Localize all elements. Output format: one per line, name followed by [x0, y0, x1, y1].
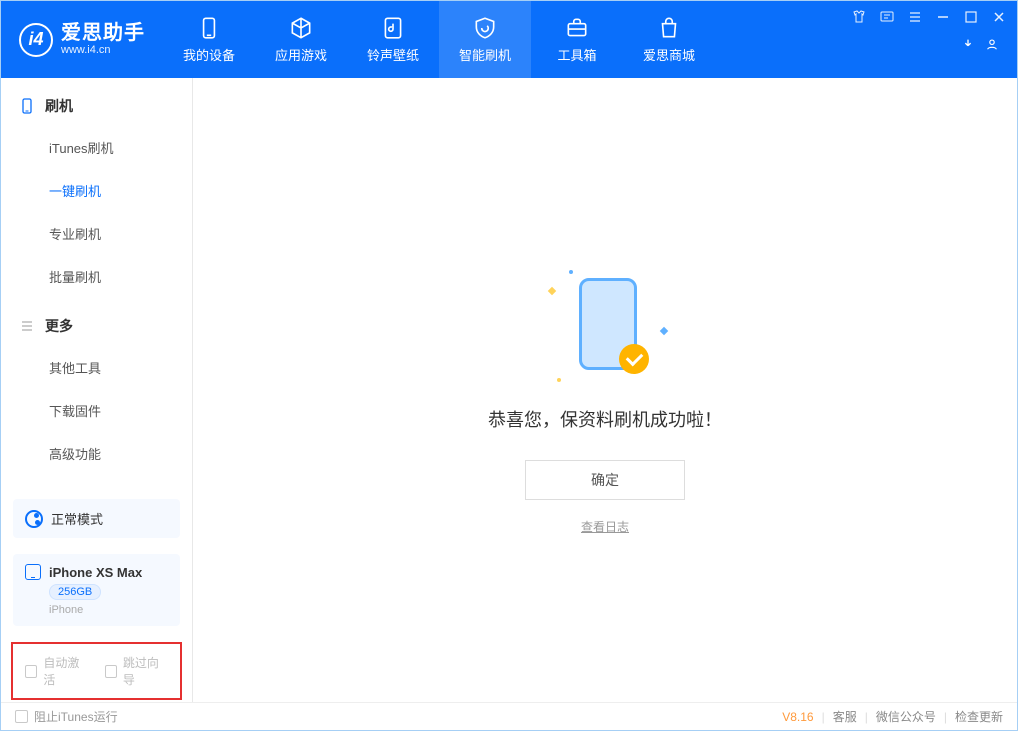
toolbox-icon: [564, 15, 590, 41]
device-icon: [196, 15, 222, 41]
nav-ringtones[interactable]: 铃声壁纸: [347, 1, 439, 78]
nav-smart-flash[interactable]: 智能刷机: [439, 1, 531, 78]
mode-icon: [25, 510, 43, 528]
menu-icon[interactable]: [907, 9, 923, 25]
device-type: iPhone: [25, 604, 83, 616]
sidebar: 刷机 iTunes刷机 一键刷机 专业刷机 批量刷机 更多 其他工具 下载固件 …: [1, 78, 193, 702]
sidebar-item-pro-flash[interactable]: 专业刷机: [1, 212, 192, 255]
list-icon: [19, 318, 35, 334]
device-card[interactable]: iPhone XS Max 256GB iPhone: [13, 554, 180, 626]
sidebar-item-other-tools[interactable]: 其他工具: [1, 346, 192, 389]
sidebar-item-itunes-flash[interactable]: iTunes刷机: [1, 126, 192, 169]
mode-card[interactable]: 正常模式: [13, 499, 180, 538]
nav-my-device[interactable]: 我的设备: [163, 1, 255, 78]
sidebar-section-flash: 刷机: [1, 78, 192, 126]
minimize-button[interactable]: [935, 9, 951, 25]
downloads-button[interactable]: [961, 37, 975, 56]
maximize-button[interactable]: [963, 9, 979, 25]
block-itunes-checkbox[interactable]: 阻止iTunes运行: [15, 708, 118, 725]
sidebar-item-advanced[interactable]: 高级功能: [1, 432, 192, 475]
shirt-icon[interactable]: [851, 9, 867, 25]
footer-link-wechat[interactable]: 微信公众号: [876, 708, 936, 725]
device-phone-icon: [25, 564, 41, 580]
sidebar-item-download-firmware[interactable]: 下载固件: [1, 389, 192, 432]
view-log-link[interactable]: 查看日志: [581, 518, 629, 535]
nav-apps-games[interactable]: 应用游戏: [255, 1, 347, 78]
check-icon: [619, 344, 649, 374]
phone-icon: [19, 98, 35, 114]
feedback-icon[interactable]: [879, 9, 895, 25]
app-logo: i4 爱思助手 www.i4.cn: [1, 1, 163, 78]
flash-options-highlight: 自动激活 跳过向导: [11, 642, 182, 700]
main-nav: 我的设备 应用游戏 铃声壁纸 智能刷机 工具箱 爱思商城: [163, 1, 715, 78]
app-site: www.i4.cn: [61, 44, 145, 56]
sidebar-item-batch-flash[interactable]: 批量刷机: [1, 255, 192, 298]
ok-button[interactable]: 确定: [525, 460, 685, 500]
skip-guide-checkbox[interactable]: 跳过向导: [105, 654, 169, 688]
app-name: 爱思助手: [61, 22, 145, 44]
sidebar-item-oneclick-flash[interactable]: 一键刷机: [1, 169, 192, 212]
nav-toolbox[interactable]: 工具箱: [531, 1, 623, 78]
version-label: V8.16: [782, 710, 813, 724]
footer-link-support[interactable]: 客服: [833, 708, 857, 725]
logo-icon: i4: [19, 23, 53, 57]
app-header: i4 爱思助手 www.i4.cn 我的设备 应用游戏 铃声壁纸 智能刷机 工具…: [1, 1, 1017, 78]
storage-badge: 256GB: [49, 584, 101, 600]
bag-icon: [656, 15, 682, 41]
nav-store[interactable]: 爱思商城: [623, 1, 715, 78]
success-message: 恭喜您，保资料刷机成功啦！: [488, 406, 722, 432]
footer-link-update[interactable]: 检查更新: [955, 708, 1003, 725]
account-button[interactable]: [985, 37, 999, 56]
status-bar: 阻止iTunes运行 V8.16 | 客服 | 微信公众号 | 检查更新: [1, 702, 1017, 730]
music-file-icon: [380, 15, 406, 41]
close-button[interactable]: [991, 9, 1007, 25]
shield-refresh-icon: [472, 15, 498, 41]
sidebar-section-more: 更多: [1, 298, 192, 346]
main-content: 恭喜您，保资料刷机成功啦！ 确定 查看日志: [193, 78, 1017, 702]
auto-activate-checkbox[interactable]: 自动激活: [25, 654, 89, 688]
device-name: iPhone XS Max: [49, 565, 142, 580]
mode-label: 正常模式: [51, 509, 103, 528]
cube-icon: [288, 15, 314, 41]
success-illustration: [565, 278, 645, 378]
